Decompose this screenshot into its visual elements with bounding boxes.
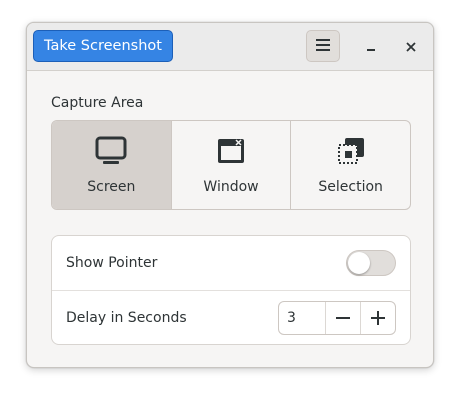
header-bar: Take Screenshot (27, 23, 433, 71)
delay-spinbutton: 3 (278, 301, 396, 335)
screenshot-window: Take Screenshot Capture Area Screen Wind… (26, 22, 434, 368)
show-pointer-label: Show Pointer (66, 255, 158, 271)
take-screenshot-button[interactable]: Take Screenshot (33, 30, 173, 62)
capture-window-label: Window (203, 178, 259, 195)
capture-area-heading: Capture Area (51, 95, 144, 111)
delay-row: Delay in Seconds 3 (52, 290, 410, 345)
delay-increase-button[interactable] (360, 302, 395, 334)
main-menu-button[interactable] (306, 30, 340, 62)
capture-screen-label: Screen (87, 178, 136, 195)
switch-knob (348, 252, 370, 274)
minimize-icon (365, 38, 377, 57)
monitor-icon (95, 136, 127, 179)
selection-icon (336, 136, 366, 179)
options-list: Show Pointer Delay in Seconds 3 (51, 235, 411, 345)
hamburger-menu-icon (315, 37, 331, 56)
minimize-button[interactable] (359, 35, 383, 59)
delay-decrease-button[interactable] (325, 302, 360, 334)
capture-screen-button[interactable]: Screen (52, 121, 172, 209)
capture-window-button[interactable]: Window (172, 121, 292, 209)
close-button[interactable] (399, 35, 423, 59)
capture-selection-button[interactable]: Selection (291, 121, 410, 209)
capture-selection-label: Selection (318, 178, 383, 195)
plus-icon (371, 306, 385, 331)
close-icon (405, 38, 417, 57)
minus-icon (336, 306, 350, 331)
delay-value-input[interactable]: 3 (279, 302, 325, 334)
show-pointer-switch[interactable] (346, 250, 396, 276)
show-pointer-row: Show Pointer (52, 236, 410, 290)
take-screenshot-label: Take Screenshot (44, 38, 162, 54)
window-icon (216, 136, 246, 179)
delay-label: Delay in Seconds (66, 310, 187, 326)
capture-area-selector: Screen Window Selection (51, 120, 411, 210)
